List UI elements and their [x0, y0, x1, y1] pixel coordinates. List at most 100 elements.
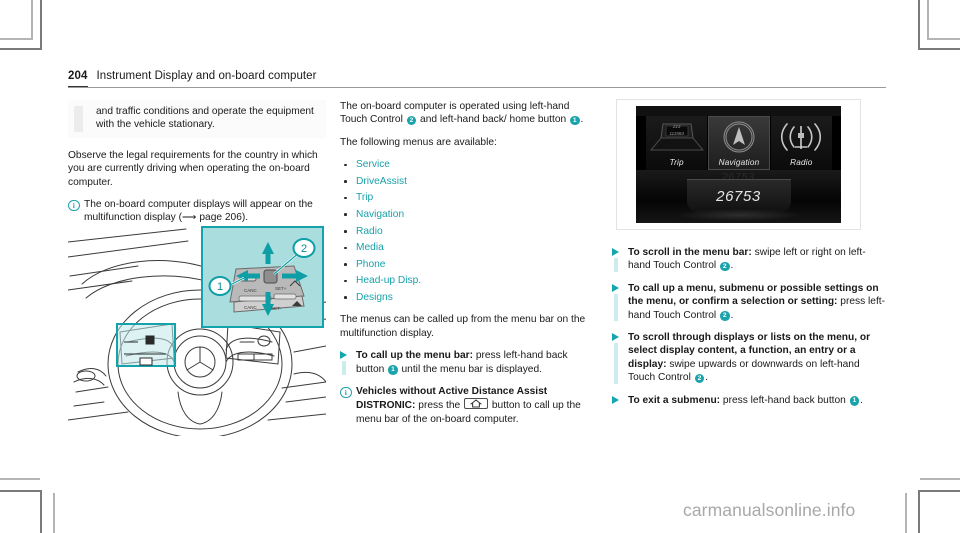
info-note-text: The on-board computer displays will appe… [84, 199, 313, 224]
page-title: Instrument Display and on-board computer [96, 70, 317, 82]
list-item[interactable]: Radio [340, 225, 590, 238]
crop-mark-bottom-right-h2 [920, 478, 960, 480]
distronic-bold-line2: DISTRONIC: [356, 400, 416, 412]
menu-tile-trip[interactable]: 213 111984 Trip [645, 116, 708, 170]
left-paragraph: Observe the legal requirements for the c… [68, 149, 318, 188]
action-text-part1: press left-hand back button [722, 394, 846, 406]
svg-text:2: 2 [301, 243, 307, 255]
action-text-part2: . [860, 394, 864, 406]
list-item[interactable]: Media [340, 241, 590, 254]
list-item[interactable]: Phone [340, 258, 590, 271]
crop-mark-bottom-left-h [0, 490, 42, 492]
crop-mark-top-left-h [0, 48, 42, 50]
menu-tile-label: Radio [790, 158, 813, 167]
odometer-area: 26753 26753 [636, 170, 841, 223]
action-exit-submenu: To exit a submenu: press left-hand back … [612, 394, 886, 407]
crop-mark-top-left-v [40, 0, 42, 50]
action-bold-label: To exit a submenu: [628, 394, 721, 406]
crop-mark-top-left-h2 [0, 38, 33, 40]
svg-text:CANC: CANC [244, 305, 258, 310]
instrument-display-figure: 213 111984 Trip Navigation Radio 26753 2… [616, 99, 861, 230]
menu-tile-radio[interactable]: Radio [769, 116, 832, 170]
distronic-text-part1: press the [418, 400, 461, 412]
action-scroll-displays: To scroll through displays or lists on t… [612, 331, 886, 385]
manual-page: 204 Instrument Display and on-board comp… [0, 0, 960, 533]
watermark: carmanualsonline.info [683, 500, 856, 520]
menu-tile-label: Trip [669, 158, 684, 167]
crop-mark-bottom-left-v [40, 490, 42, 533]
onboard-intro-part2: and left-hand back/ home button [420, 114, 567, 126]
action-spine [613, 343, 618, 384]
page-number: 204 [68, 70, 88, 87]
header-divider [68, 87, 886, 88]
trip-icon [646, 116, 707, 158]
menu-tile-navigation[interactable]: Navigation [707, 116, 770, 170]
list-item[interactable]: Trip [340, 191, 590, 204]
right-column: To scroll in the menu bar: swipe left or… [612, 246, 886, 416]
crop-mark-bottom-right-v2 [905, 493, 907, 533]
triangle-bullet-icon [612, 333, 619, 342]
svg-text:1: 1 [217, 281, 223, 293]
navigation-compass-icon [708, 116, 769, 158]
crop-mark-top-right-v [918, 0, 920, 50]
info-icon: i [340, 386, 352, 398]
info-note: i The on-board computer displays will ap… [68, 198, 326, 225]
odometer-box: 26753 [686, 179, 791, 213]
crop-mark-top-right-v2 [927, 0, 929, 40]
crop-mark-top-right-h2 [929, 38, 960, 40]
trip-readout: 213 111984 [669, 124, 684, 137]
left-column: and traffic conditions and operate the e… [68, 100, 326, 234]
middle-column: The on-board computer is operated using … [340, 100, 590, 435]
action-call-up-menu-bar: To call up the menu bar: press left-hand… [340, 349, 590, 376]
action-spine [613, 293, 618, 322]
cluster-top-bar [636, 106, 841, 116]
svg-text:SET-: SET- [271, 306, 282, 311]
triangle-bullet-icon [612, 248, 619, 256]
action-scroll-menu-bar: To scroll in the menu bar: swipe left or… [612, 246, 886, 273]
steering-wheel-illustration: CANC SET+ CANC SET- 1 2 [68, 224, 326, 436]
cluster-menu-bar: 213 111984 Trip Navigation Radio [645, 116, 832, 170]
trip-value-bottom: 111984 [669, 130, 684, 136]
steering-wheel-figure: CANC SET+ CANC SET- 1 2 [68, 224, 326, 436]
crop-mark-top-left-v2 [31, 0, 33, 40]
crop-mark-top-right-h [918, 48, 960, 50]
info-note-distronic: i Vehicles without Active Distance Assis… [340, 385, 590, 426]
callout-badge-2: 2 [292, 238, 316, 258]
action-call-up-menu: To call up a menu, submenu or possible s… [612, 282, 886, 322]
menu-list: Service DriveAssist Trip Navigation Radi… [340, 158, 590, 304]
badge-1-icon: 1 [570, 115, 580, 126]
triangle-bullet-icon [340, 351, 347, 360]
list-item[interactable]: DriveAssist [340, 175, 590, 188]
info-icon: i [68, 199, 80, 212]
action-text-part2: until the menu bar is displayed. [401, 363, 542, 375]
triangle-bullet-icon [612, 395, 619, 404]
warning-text: and traffic conditions and operate the e… [96, 106, 314, 131]
svg-text:CANC: CANC [244, 288, 258, 293]
badge-1-icon: 1 [388, 365, 398, 375]
odometer-value: 26753 [716, 187, 761, 205]
menubar-paragraph: The menus can be called up from the menu… [340, 314, 586, 339]
crop-mark-bottom-right-h [918, 490, 960, 492]
distronic-bold-line1: Vehicles without Active Distance Assist [356, 386, 548, 397]
radio-antenna-icon [771, 116, 832, 158]
onboard-intro: The on-board computer is operated using … [340, 100, 590, 127]
crop-mark-bottom-right-v [918, 490, 920, 533]
action-bold-label: To call up the menu bar: [356, 350, 473, 362]
action-text-part2: . [730, 260, 734, 272]
action-spine [341, 361, 346, 375]
badge-2-icon: 2 [720, 311, 730, 321]
action-spine [613, 258, 618, 272]
crop-mark-bottom-left-h2 [0, 478, 40, 480]
action-text-part2: . [705, 372, 709, 384]
onboard-intro-part3: . [580, 114, 584, 126]
list-item[interactable]: Navigation [340, 208, 590, 221]
svg-text:SET+: SET+ [275, 286, 287, 291]
control-inset: CANC SET+ CANC SET- 1 2 [201, 226, 324, 328]
badge-2-icon: 2 [694, 373, 705, 384]
list-item[interactable]: Service [340, 158, 590, 171]
badge-2-icon: 2 [720, 261, 730, 272]
home-button-icon[interactable] [464, 398, 489, 410]
list-item[interactable]: Designs [340, 291, 590, 304]
list-item[interactable]: Head-up Disp. [340, 274, 590, 287]
triangle-bullet-icon [612, 283, 619, 292]
